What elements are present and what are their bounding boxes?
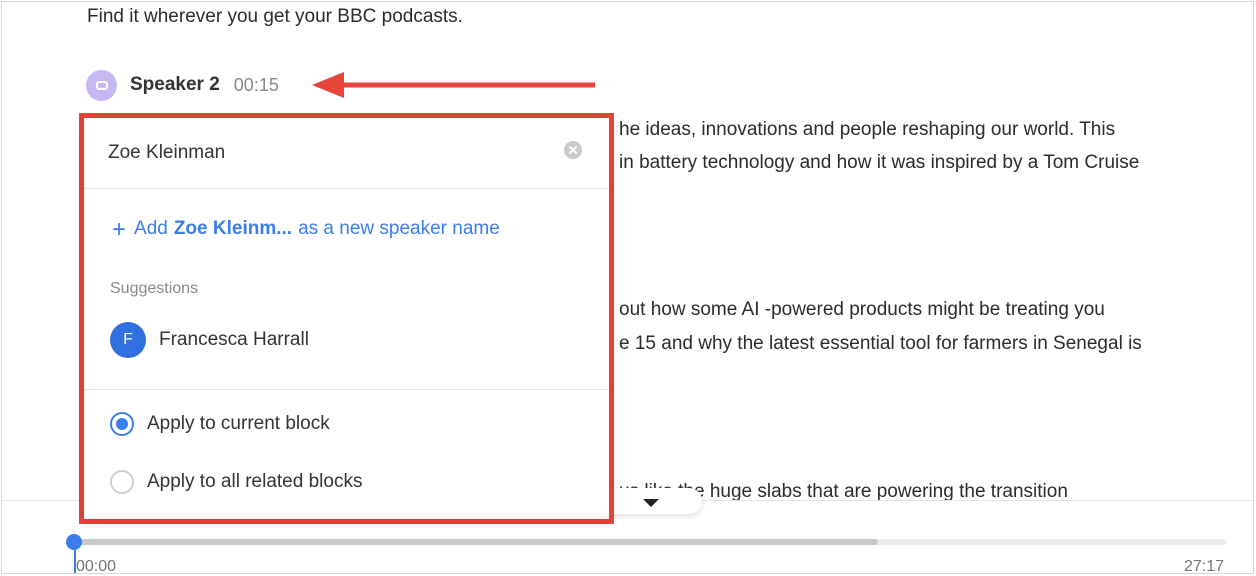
suggestion-name: Francesca Harrall bbox=[159, 329, 309, 350]
transcript-line: e 15 and why the latest essential tool f… bbox=[619, 333, 1142, 354]
divider bbox=[84, 389, 609, 390]
total-time: 27:17 bbox=[1184, 558, 1225, 574]
transcript-line: out how some AI -powered products might … bbox=[619, 299, 1105, 320]
rename-speaker-dialog: + Add Zoe Kleinm... as a new speaker nam… bbox=[84, 118, 609, 519]
red-arrow-icon bbox=[312, 72, 595, 98]
speaker-name[interactable]: Speaker 2 bbox=[130, 74, 220, 96]
suggestions-label: Suggestions bbox=[110, 280, 199, 297]
speaker-timestamp[interactable]: 00:15 bbox=[234, 75, 279, 96]
rename-speaker-popup: + Add Zoe Kleinm... as a new speaker nam… bbox=[79, 113, 614, 524]
speaker-name-input[interactable] bbox=[108, 140, 548, 166]
apply-all-radio[interactable] bbox=[110, 470, 134, 494]
speaker-header[interactable]: Speaker 2 00:15 bbox=[86, 69, 279, 101]
add-suffix: as a new speaker name bbox=[298, 218, 500, 239]
add-speaker-button[interactable]: + Add Zoe Kleinm... as a new speaker nam… bbox=[112, 215, 500, 243]
progress-track[interactable] bbox=[74, 539, 1227, 545]
plus-icon: + bbox=[112, 215, 127, 243]
current-time: 00:00 bbox=[76, 558, 117, 574]
speaker-avatar-icon bbox=[86, 69, 117, 101]
transcript-intro-line: Find it wherever you get your BBC podcas… bbox=[87, 6, 463, 27]
suggestion-item[interactable]: F Francesca Harrall bbox=[110, 322, 309, 358]
dropdown-caret-icon[interactable] bbox=[643, 499, 659, 507]
add-speaker-name: Zoe Kleinm... bbox=[173, 218, 293, 239]
apply-current-option[interactable]: Apply to current block bbox=[110, 412, 330, 436]
progress-buffered bbox=[74, 539, 878, 545]
transcript-line: he ideas, innovations and people reshapi… bbox=[619, 119, 1116, 140]
add-prefix: Add bbox=[134, 218, 168, 239]
apply-current-radio[interactable] bbox=[110, 412, 134, 436]
apply-all-option[interactable]: Apply to all related blocks bbox=[110, 470, 362, 494]
divider bbox=[84, 188, 609, 189]
progress-handle[interactable] bbox=[66, 534, 82, 550]
transcript-line: in battery technology and how it was ins… bbox=[619, 152, 1140, 173]
apply-all-label: Apply to all related blocks bbox=[147, 471, 363, 492]
clear-icon[interactable] bbox=[564, 141, 582, 159]
avatar: F bbox=[110, 322, 146, 358]
apply-current-label: Apply to current block bbox=[147, 413, 330, 434]
